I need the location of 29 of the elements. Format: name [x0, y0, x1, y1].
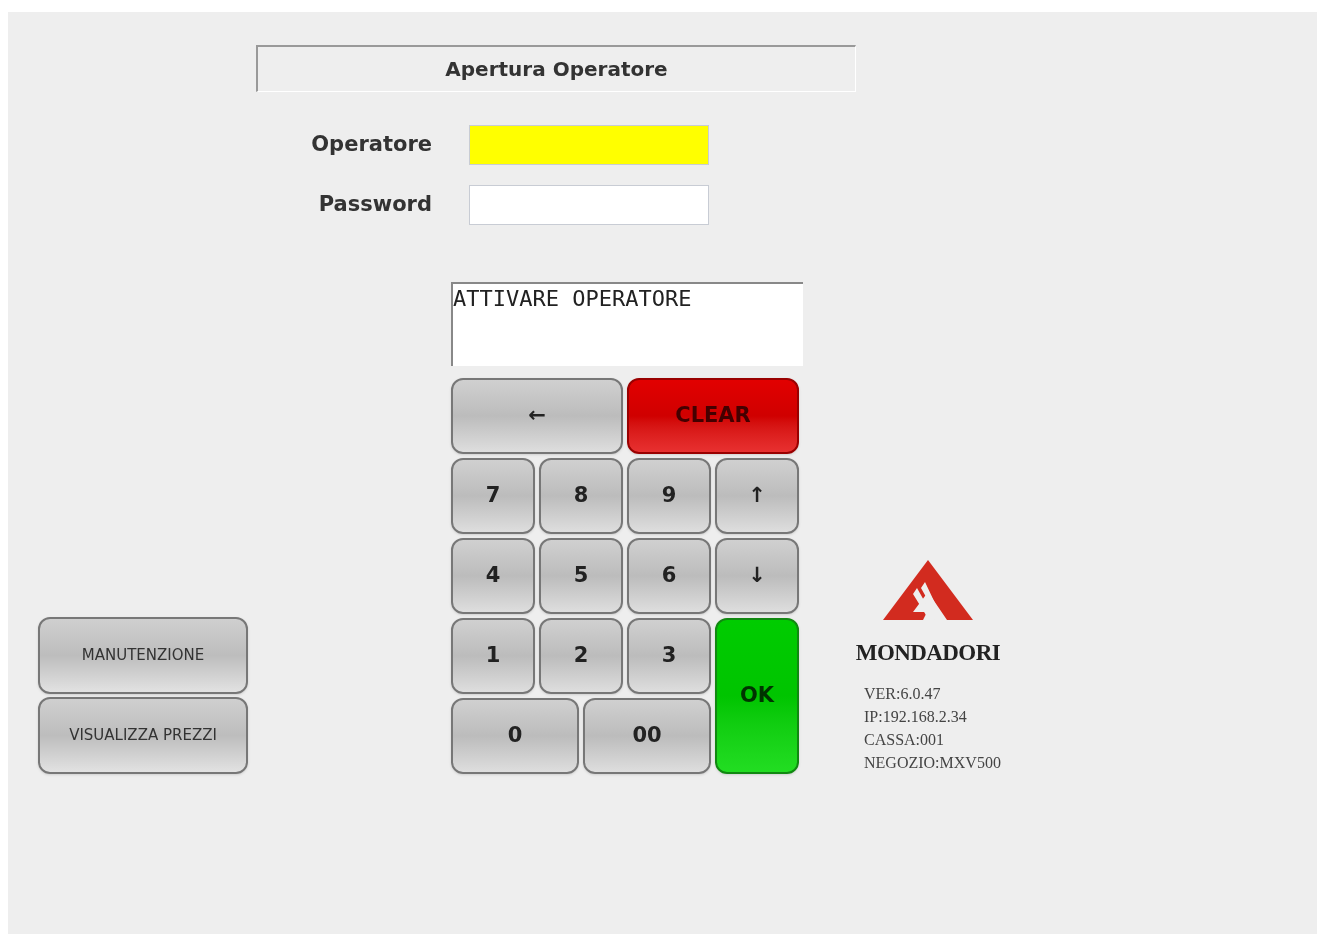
key-button[interactable]: 8	[539, 458, 623, 534]
message-display: ATTIVARE OPERATORE	[451, 282, 803, 366]
window-title: Apertura Operatore	[256, 45, 856, 92]
key-button[interactable]: ←	[451, 378, 623, 454]
info-text: IP:192.168.2.34	[864, 707, 968, 727]
key-button[interactable]: 4	[451, 538, 535, 614]
input-field[interactable]	[469, 125, 709, 165]
menu-button[interactable]: MANUTENZIONE	[38, 617, 248, 694]
info-text: CASSA:001	[864, 730, 946, 750]
ok-button[interactable]: OK	[715, 618, 799, 774]
key-button[interactable]: 00	[583, 698, 711, 774]
info-text: NEGOZIO:MXV500	[864, 753, 1001, 773]
key-button[interactable]: 9	[627, 458, 711, 534]
logo-icon	[882, 559, 973, 620]
key-button[interactable]: 0	[451, 698, 579, 774]
key-button[interactable]: 6	[627, 538, 711, 614]
key-button[interactable]: ↑	[715, 458, 799, 534]
key-button[interactable]: ↓	[715, 538, 799, 614]
key-button[interactable]: 2	[539, 618, 623, 694]
field-label: Operatore	[310, 131, 432, 159]
key-button[interactable]: 3	[627, 618, 711, 694]
field-label: Password	[317, 191, 432, 219]
key-button[interactable]: 1	[451, 618, 535, 694]
menu-button[interactable]: VISUALIZZA PREZZI	[38, 697, 248, 774]
input-field[interactable]	[469, 185, 709, 225]
brand-name: MONDADORI	[855, 638, 1001, 667]
key-button[interactable]: 5	[539, 538, 623, 614]
key-button[interactable]: 7	[451, 458, 535, 534]
info-text: VER:6.0.47	[864, 684, 942, 704]
